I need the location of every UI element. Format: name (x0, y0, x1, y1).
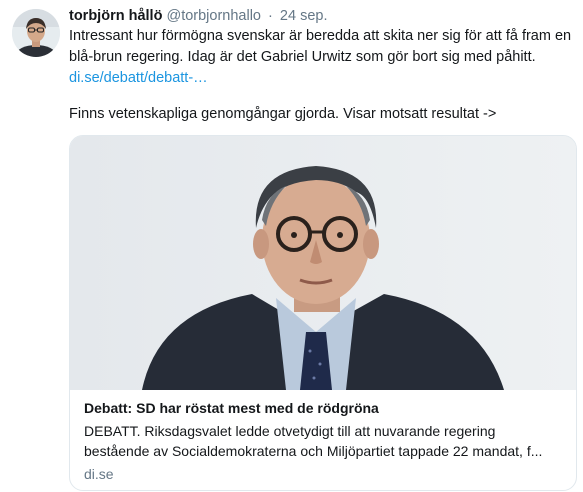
card-description-line: bestående av Socialdemokraterna och Milj… (84, 443, 543, 459)
header-separator: · (268, 8, 273, 24)
card-description-line: DEBATT. Riksdagsvalet ledde otvetydigt t… (84, 423, 496, 439)
display-name[interactable]: torbjörn hållö (69, 8, 162, 24)
card-text: Debatt: SD har röstat mest med de rödgrö… (84, 398, 564, 484)
tweet-text-line: blå-brun regering. Idag är det Gabriel U… (69, 49, 536, 65)
avatar-image (12, 9, 60, 57)
tweet-text: Intressant hur förmögna svenskar är bere… (69, 26, 574, 89)
avatar[interactable] (12, 9, 60, 57)
tweet-link[interactable]: di.se/debatt/debatt-… (69, 70, 208, 86)
user-handle[interactable]: @torbjornhallo (166, 8, 261, 24)
tweet-header: torbjörn hållö @torbjornhallo · 24 sep. (69, 6, 327, 26)
link-card[interactable]: Debatt: SD har röstat mest med de rödgrö… (69, 135, 577, 491)
card-domain: di.se (84, 466, 114, 482)
card-description: DEBATT. Riksdagsvalet ledde otvetydigt t… (84, 421, 564, 461)
card-image (70, 136, 576, 390)
tweet-text-line: Intressant hur förmögna svenskar är bere… (69, 28, 572, 44)
tweet-date[interactable]: 24 sep. (280, 8, 328, 24)
portrait-photo (70, 136, 576, 390)
tweet-text-paragraph: Finns vetenskapliga genomgångar gjorda. … (69, 106, 497, 122)
card-title: Debatt: SD har röstat mest med de rödgrö… (84, 400, 379, 416)
